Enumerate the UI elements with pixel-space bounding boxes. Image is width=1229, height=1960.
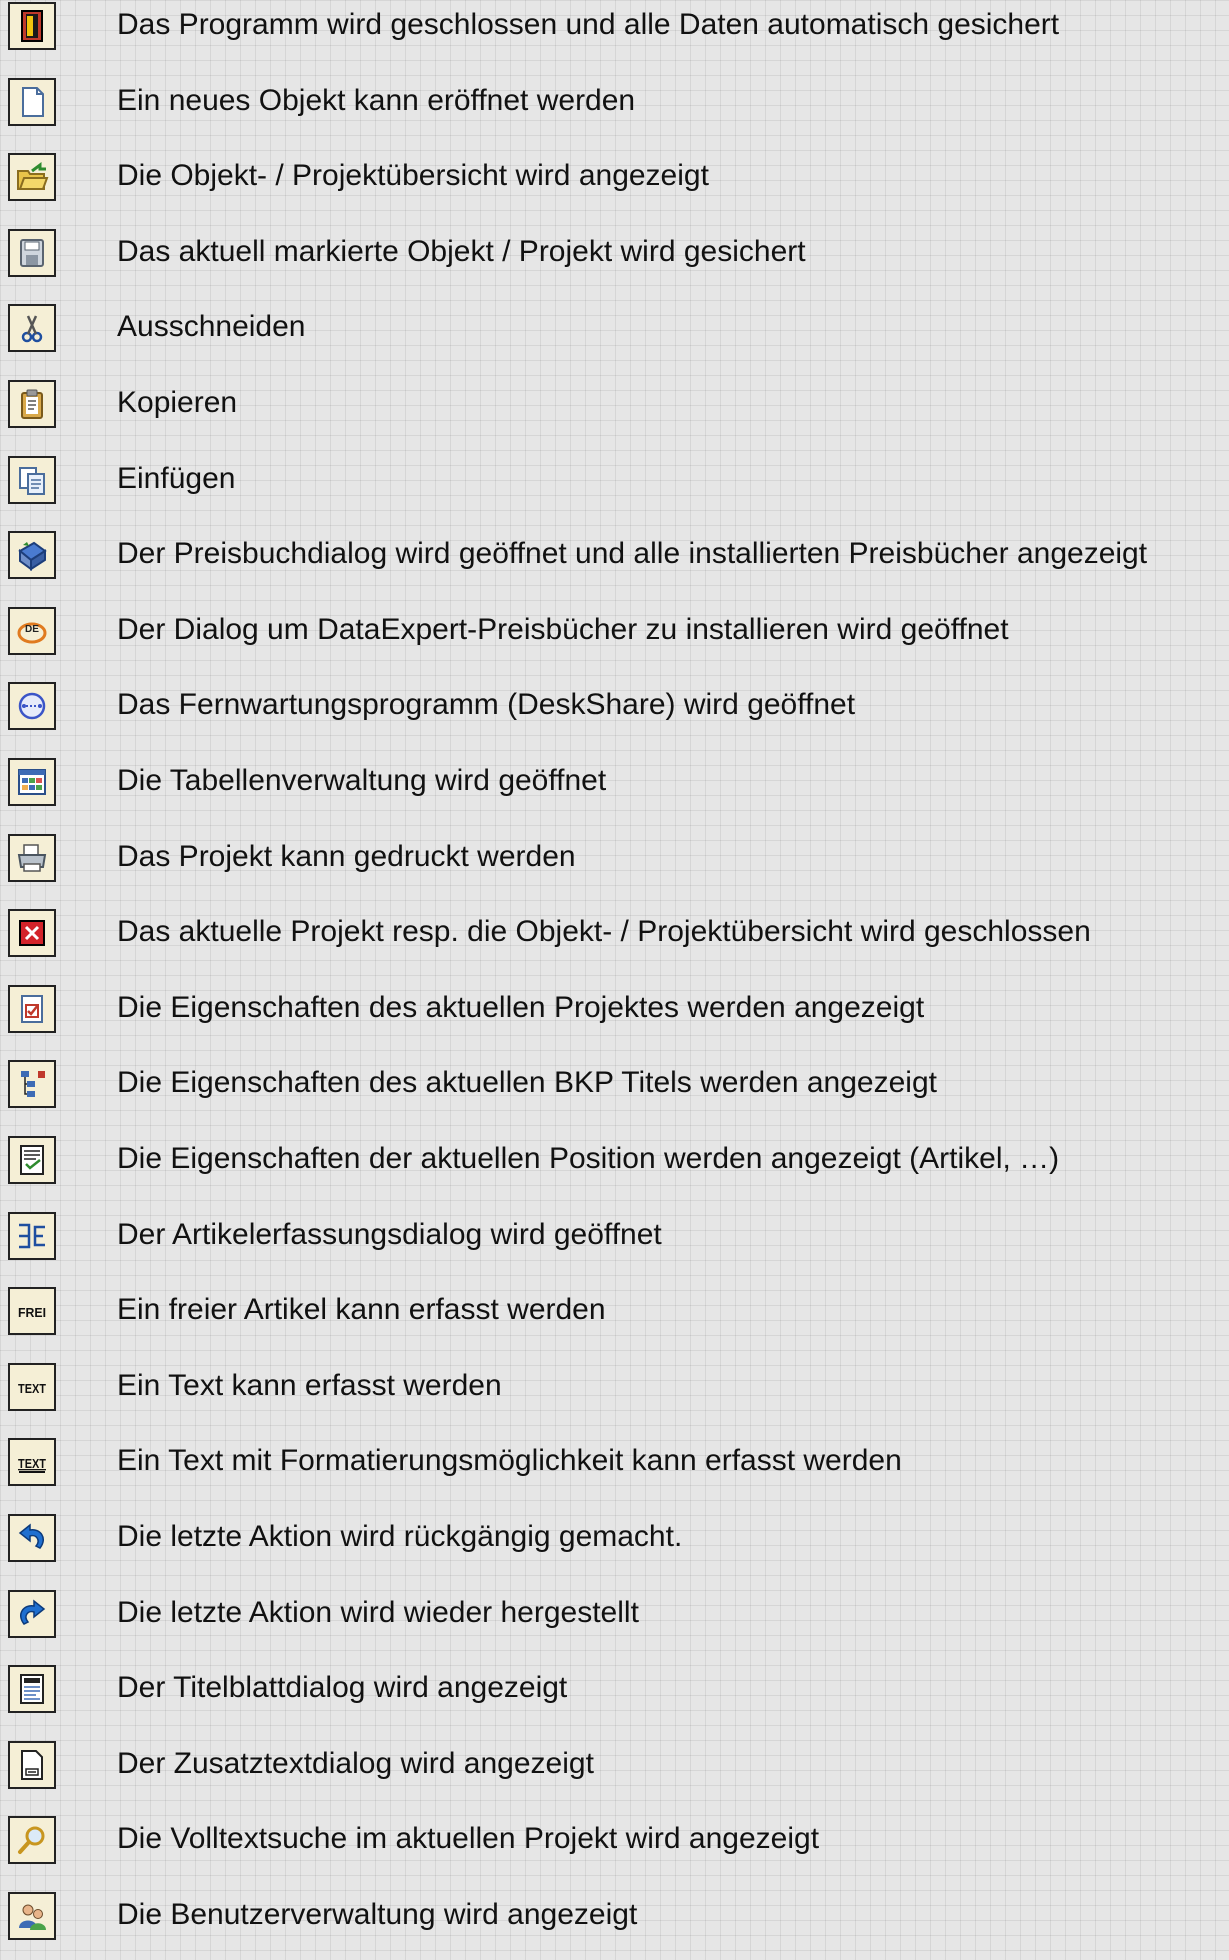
list-item: Die letzte Aktion wird rückgängig gemach… <box>0 1506 1229 1582</box>
list-item: Der Artikelerfassungsdialog wird geöffne… <box>0 1204 1229 1280</box>
magnifier-icon <box>8 1816 56 1865</box>
item-description: Die Eigenschaften der aktuellen Position… <box>117 1142 1060 1175</box>
list-item: Der Titelblattdialog wird angezeigt <box>0 1657 1229 1733</box>
list-item: Die letzte Aktion wird wieder hergestell… <box>0 1582 1229 1658</box>
frei-icon: FREI <box>8 1287 56 1336</box>
list-item: Einfügen <box>0 448 1229 524</box>
item-description: Einfügen <box>117 461 236 495</box>
svg-text:FREI: FREI <box>18 1305 46 1320</box>
list-item: DE Der Dialog um DataExpert-Preisbücher z… <box>0 599 1229 675</box>
item-description: Die Eigenschaften des aktuellen BKP Tite… <box>117 1066 937 1100</box>
list-item: Ausschneiden <box>0 296 1229 372</box>
position-properties-icon <box>8 1136 56 1184</box>
item-description: Die Objekt- / Projektübersicht wird ange… <box>117 159 709 193</box>
text-icon: TEXT <box>8 1362 56 1411</box>
svg-text:DE: DE <box>25 624 39 635</box>
item-description: Der Zusatztextdialog wird angezeigt <box>117 1746 594 1780</box>
list-item: Ein neues Objekt kann eröffnet werden <box>0 70 1229 146</box>
item-description: Der Preisbuchdialog wird geöffnet und al… <box>117 537 1148 571</box>
list-item: Der Zusatztextdialog wird angezeigt <box>0 1733 1229 1809</box>
list-item: Die Benutzerverwaltung wird angezeigt <box>0 1884 1229 1960</box>
save-disk-icon <box>8 228 56 277</box>
item-description: Die Eigenschaften des aktuellen Projekte… <box>117 990 925 1024</box>
list-item: Das Fernwartungsprogramm (DeskShare) wir… <box>0 674 1229 750</box>
title-page-icon <box>8 1665 56 1714</box>
close-x-icon <box>8 909 56 958</box>
item-description: Kopieren <box>117 386 238 419</box>
list-item: Die Tabellenverwaltung wird geöffnet <box>0 750 1229 826</box>
list-item: Das Projekt kann gedruckt werden <box>0 826 1229 902</box>
item-description: Der Dialog um DataExpert-Preisbücher zu … <box>117 612 1009 646</box>
item-description: Die Tabellenverwaltung wird geöffnet <box>117 764 607 797</box>
paste-icon <box>8 455 56 504</box>
list-item: Die Eigenschaften des aktuellen BKP Tite… <box>0 1052 1229 1128</box>
table-grid-icon <box>8 758 56 806</box>
price-book-icon <box>8 531 56 580</box>
item-description: Das Projekt kann gedruckt werden <box>117 839 576 873</box>
printer-icon <box>8 833 56 882</box>
item-description: Das Programm wird geschlossen und alle D… <box>117 8 1060 41</box>
item-description: Die Benutzerverwaltung wird angezeigt <box>117 1898 638 1931</box>
item-description: Das Fernwartungsprogramm (DeskShare) wir… <box>117 688 856 722</box>
list-item: Das aktuelle Projekt resp. die Objekt- /… <box>0 901 1229 977</box>
project-properties-icon <box>8 984 56 1033</box>
item-description: Ein neues Objekt kann eröffnet werden <box>117 83 636 117</box>
list-item: TEXT Ein Text mit Formatierungsmöglichkei… <box>0 1430 1229 1506</box>
new-document-icon <box>8 77 56 126</box>
item-description: Ein freier Artikel kann erfasst werden <box>117 1293 606 1327</box>
item-description: Die letzte Aktion wird wieder hergestell… <box>117 1595 639 1629</box>
list-item: Die Volltextsuche im aktuellen Projekt w… <box>0 1808 1229 1884</box>
remote-maintenance-icon <box>8 682 56 731</box>
open-folder-icon <box>8 153 56 202</box>
scissors-icon <box>8 304 56 353</box>
item-description: Ein Text kann erfasst werden <box>117 1368 502 1402</box>
svg-text:TEXT: TEXT <box>18 1381 46 1396</box>
list-item: Die Eigenschaften der aktuellen Position… <box>0 1128 1229 1204</box>
list-item: Das Programm wird geschlossen und alle D… <box>0 0 1229 70</box>
additional-text-icon <box>8 1740 56 1789</box>
item-description: Ein Text mit Formatierungsmöglichkeit ka… <box>117 1444 902 1478</box>
item-description: Der Artikelerfassungsdialog wird geöffne… <box>117 1217 662 1251</box>
exit-door-icon <box>8 2 56 50</box>
bkp-tree-icon <box>8 1060 56 1109</box>
item-description: Die Volltextsuche im aktuellen Projekt w… <box>117 1822 820 1856</box>
item-description: Die letzte Aktion wird rückgängig gemach… <box>117 1520 683 1553</box>
list-item: Die Objekt- / Projektübersicht wird ange… <box>0 145 1229 221</box>
list-item: TEXT Ein Text kann erfasst werden <box>0 1355 1229 1431</box>
list-item: FREI Ein freier Artikel kann erfasst werd… <box>0 1279 1229 1355</box>
svg-text:TEXT: TEXT <box>18 1456 46 1471</box>
article-entry-icon <box>8 1211 56 1260</box>
list-item: Kopieren <box>0 372 1229 448</box>
item-description: Der Titelblattdialog wird angezeigt <box>117 1671 568 1705</box>
formatted-text-icon: TEXT <box>8 1438 56 1487</box>
undo-icon <box>8 1514 56 1562</box>
list-item: Der Preisbuchdialog wird geöffnet und al… <box>0 523 1229 599</box>
item-description: Ausschneiden <box>117 310 306 344</box>
item-description: Das aktuelle Projekt resp. die Objekt- /… <box>117 915 1091 949</box>
list-item: Das aktuell markierte Objekt / Projekt w… <box>0 221 1229 297</box>
clipboard-icon <box>8 380 56 428</box>
dataexpert-icon: DE <box>8 606 56 655</box>
users-icon <box>8 1892 56 1940</box>
redo-icon <box>8 1589 56 1638</box>
item-description: Das aktuell markierte Objekt / Projekt w… <box>117 234 806 268</box>
list-item: Die Eigenschaften des aktuellen Projekte… <box>0 977 1229 1053</box>
